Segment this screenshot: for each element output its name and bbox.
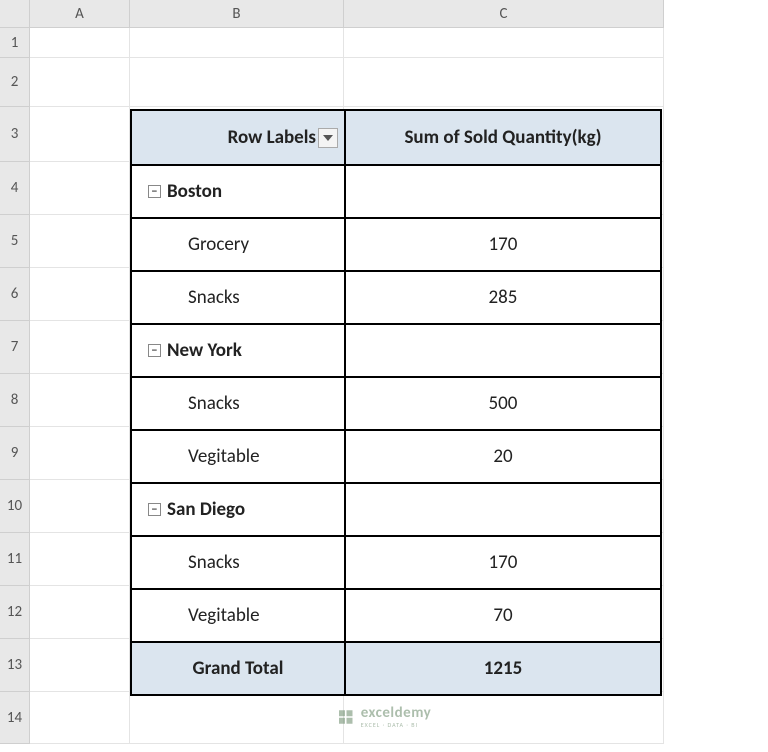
row-header[interactable]: 14	[0, 692, 30, 744]
pivot-item[interactable]: Vegitable	[131, 589, 345, 642]
col-header-c[interactable]: C	[344, 0, 664, 28]
logo-icon	[337, 708, 355, 726]
pivot-item-value[interactable]: 170	[345, 536, 661, 589]
pivot-group-label: Boston	[167, 180, 222, 203]
col-header-a[interactable]: A	[30, 0, 130, 28]
pivot-grand-total-label[interactable]: Grand Total	[131, 642, 345, 695]
watermark-sub: EXCEL · DATA · BI	[361, 722, 432, 728]
pivot-header-value[interactable]: Sum of Sold Quantity(kg)	[345, 110, 661, 165]
filter-dropdown-button[interactable]	[318, 128, 338, 148]
pivot-header-row-labels-text: Row Labels	[228, 126, 316, 149]
pivot-header-value-text: Sum of Sold Quantity(kg)	[404, 126, 601, 149]
row-header[interactable]: 7	[0, 321, 30, 374]
row-header[interactable]: 6	[0, 268, 30, 321]
watermark-main: exceldemy	[361, 706, 432, 721]
pivot-group-value-empty[interactable]	[345, 165, 661, 218]
row-header[interactable]: 1	[0, 28, 30, 58]
collapse-icon[interactable]: −	[148, 185, 161, 198]
pivot-item[interactable]: Grocery	[131, 218, 345, 271]
collapse-icon[interactable]: −	[148, 503, 161, 516]
pivot-item-value[interactable]: 20	[345, 430, 661, 483]
row-header[interactable]: 9	[0, 427, 30, 480]
pivot-group-san-diego[interactable]: − San Diego	[131, 483, 345, 536]
collapse-icon[interactable]: −	[148, 344, 161, 357]
pivot-item-value[interactable]: 170	[345, 218, 661, 271]
row-header[interactable]: 2	[0, 58, 30, 107]
row-header[interactable]: 5	[0, 215, 30, 268]
row-header[interactable]: 12	[0, 586, 30, 639]
pivot-item-label: Snacks	[188, 551, 240, 574]
spreadsheet: A B C 1 2 3 4 5 6 7 8 9 10 11 12 13 14	[0, 0, 768, 752]
row-header[interactable]: 8	[0, 374, 30, 427]
pivot-group-label: New York	[167, 339, 242, 362]
row-header[interactable]: 11	[0, 533, 30, 586]
pivot-item-label: Grocery	[188, 233, 249, 256]
pivot-table: Row Labels Sum of Sold Quantity(kg) − Bo…	[130, 109, 662, 696]
pivot-item[interactable]: Vegitable	[131, 430, 345, 483]
pivot-item-value[interactable]: 285	[345, 271, 661, 324]
chevron-down-icon	[323, 135, 333, 141]
pivot-item-label: Vegitable	[188, 604, 260, 627]
pivot-header-row-labels[interactable]: Row Labels	[131, 110, 345, 165]
row-header[interactable]: 13	[0, 639, 30, 692]
select-all-corner[interactable]	[0, 0, 30, 28]
col-header-b[interactable]: B	[130, 0, 344, 28]
pivot-item[interactable]: Snacks	[131, 377, 345, 430]
row-header[interactable]: 10	[0, 480, 30, 533]
row-header[interactable]: 4	[0, 162, 30, 215]
pivot-group-value-empty[interactable]	[345, 483, 661, 536]
pivot-item-label: Snacks	[188, 392, 240, 415]
pivot-group-new-york[interactable]: − New York	[131, 324, 345, 377]
pivot-item-value[interactable]: 500	[345, 377, 661, 430]
watermark: exceldemy EXCEL · DATA · BI	[337, 706, 432, 728]
row-header[interactable]: 3	[0, 107, 30, 162]
pivot-item-label: Snacks	[188, 286, 240, 309]
column-headers: A B C	[30, 0, 664, 28]
pivot-grand-total-value[interactable]: 1215	[345, 642, 661, 695]
pivot-group-boston[interactable]: − Boston	[131, 165, 345, 218]
pivot-item-value[interactable]: 70	[345, 589, 661, 642]
pivot-group-label: San Diego	[167, 498, 245, 521]
pivot-group-value-empty[interactable]	[345, 324, 661, 377]
row-headers: 1 2 3 4 5 6 7 8 9 10 11 12 13 14	[0, 28, 30, 744]
pivot-item[interactable]: Snacks	[131, 536, 345, 589]
pivot-item[interactable]: Snacks	[131, 271, 345, 324]
pivot-item-label: Vegitable	[188, 445, 260, 468]
